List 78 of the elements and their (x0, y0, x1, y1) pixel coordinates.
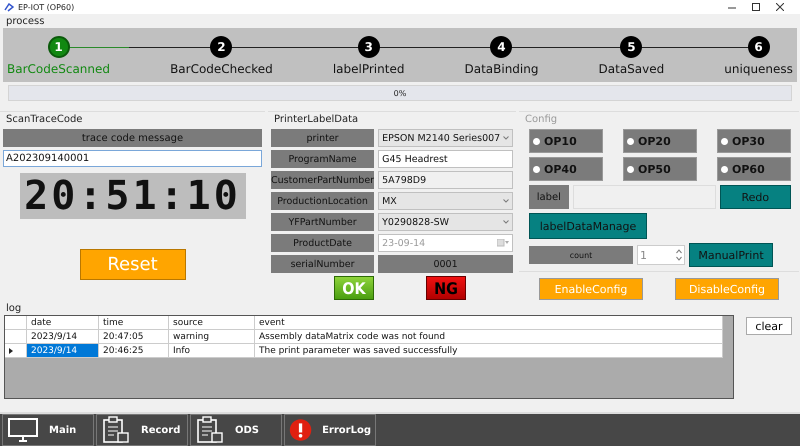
table-cell: 20:47:05 (99, 330, 169, 343)
field-label: ProductDate (271, 234, 374, 252)
station-radio[interactable]: OP30 (717, 129, 791, 153)
monitor-icon (7, 417, 39, 443)
step-label: DataSaved (598, 62, 664, 76)
table-cell: 20:46:25 (99, 344, 169, 357)
group-label: PrinterLabelData (273, 113, 360, 125)
station-radio[interactable]: OP40 (529, 157, 603, 181)
group-label: log (5, 302, 22, 314)
count-spinner[interactable]: 1 (637, 245, 685, 265)
row-pointer-icon (9, 348, 13, 354)
maximize-icon[interactable] (752, 3, 760, 11)
clipboard-icon (101, 416, 131, 444)
nav-tab[interactable]: ODS (190, 414, 282, 446)
nav-tab[interactable]: Record (96, 414, 188, 446)
step-label: DataBinding (464, 62, 538, 76)
table-cell: 2023/9/14 (27, 344, 99, 357)
trace-code-field[interactable]: A202309140001 (3, 150, 262, 167)
table-cell: 2023/9/14 (27, 330, 99, 343)
input-field[interactable]: 5A798D9 (378, 171, 513, 189)
column-header[interactable]: time (99, 316, 169, 329)
redo-button[interactable]: Redo (720, 185, 791, 209)
label-data-manage-button[interactable]: labelDataManage (529, 213, 647, 239)
station-radio[interactable]: OP20 (623, 129, 697, 153)
step-label: labelPrinted (332, 62, 404, 76)
group-label: process (5, 15, 46, 27)
spin-arrows-icon (676, 248, 682, 262)
ng-button[interactable]: NG (426, 276, 466, 300)
station-radio[interactable]: OP10 (529, 129, 603, 153)
step-label: BarCodeScanned (7, 62, 110, 76)
value-label: 0001 (378, 255, 513, 273)
close-icon[interactable] (776, 3, 784, 11)
station-radio[interactable]: OP50 (623, 157, 697, 181)
table-cell: Assembly dataMatrix code was not found (255, 330, 723, 343)
clear-button[interactable]: clear (746, 317, 792, 335)
window-title: EP-IOT (OP60) (18, 2, 76, 12)
dropdown[interactable]: MX (378, 192, 513, 210)
nav-tab[interactable]: ErrorLog (284, 414, 376, 446)
table-cell: Info (169, 344, 255, 357)
clipboard-icon (195, 416, 225, 444)
label-caption: label (529, 185, 569, 209)
progress-text: 0% (394, 88, 406, 98)
group-label: Config (524, 113, 558, 125)
caret-icon (503, 220, 509, 224)
column-header[interactable]: source (169, 316, 255, 329)
column-header[interactable]: event (255, 316, 723, 329)
station-radio[interactable]: OP60 (717, 157, 791, 181)
digital-clock: 20:51:10 (20, 173, 246, 219)
manual-print-button[interactable]: ManualPrint (689, 243, 773, 267)
ok-button[interactable]: OK (334, 276, 374, 300)
field-label: ProgramName (271, 150, 374, 168)
table-cell: The print parameter was saved successfully (255, 344, 723, 357)
app-logo-icon (4, 2, 14, 12)
step-number: 3 (358, 36, 380, 58)
field-label: serialNumber (271, 255, 374, 273)
field-label: CustomerPartNumber (271, 171, 374, 189)
step-label: BarCodeChecked (170, 62, 273, 76)
step-number: 4 (490, 36, 512, 58)
dropdown[interactable]: EPSON M2140 Series007 (378, 129, 513, 147)
field-label: ProductionLocation (271, 192, 374, 210)
column-header[interactable]: date (27, 316, 99, 329)
caret-icon (503, 199, 509, 203)
field-label: YFPartNumber (271, 213, 374, 231)
calendar-icon (497, 239, 509, 247)
step-number: 2 (210, 36, 232, 58)
input-field[interactable]: G45 Headrest (378, 150, 513, 168)
step-number: 5 (620, 36, 642, 58)
field-label: printer (271, 129, 374, 147)
dropdown[interactable]: Y0290828-SW (378, 213, 513, 231)
step-number: 1 (48, 36, 70, 58)
caret-icon (503, 136, 509, 140)
group-label: ScanTraceCode (5, 113, 84, 125)
step-label: uniqueness (724, 62, 793, 76)
table-cell: warning (169, 330, 255, 343)
trace-message-label: trace code message (3, 129, 262, 147)
nav-tab[interactable]: Main (2, 414, 94, 446)
count-label: count (529, 246, 633, 264)
step-number: 6 (748, 36, 770, 58)
